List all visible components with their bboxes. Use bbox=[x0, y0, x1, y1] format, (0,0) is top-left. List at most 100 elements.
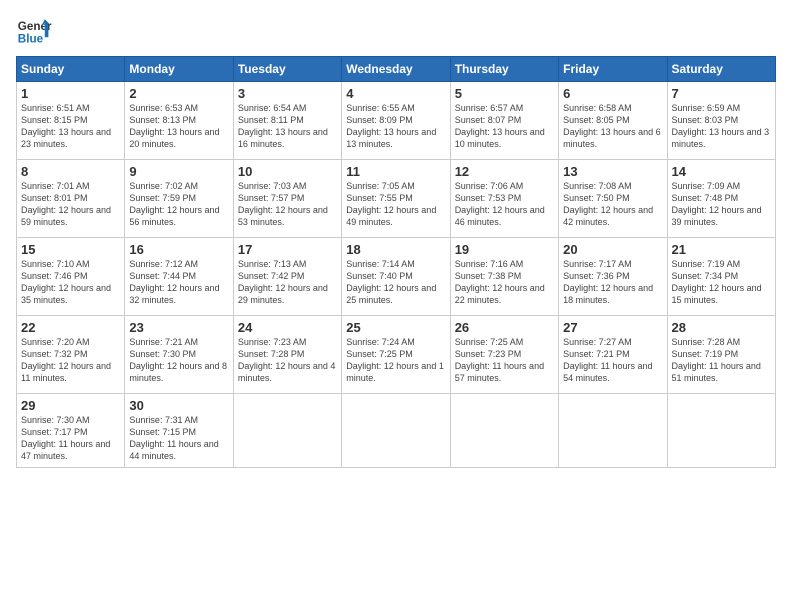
table-row: 19 Sunrise: 7:16 AMSunset: 7:38 PMDaylig… bbox=[450, 238, 558, 316]
day-info: Sunrise: 6:55 AMSunset: 8:09 PMDaylight:… bbox=[346, 102, 445, 151]
day-info: Sunrise: 7:16 AMSunset: 7:38 PMDaylight:… bbox=[455, 258, 554, 307]
day-number: 24 bbox=[238, 320, 337, 335]
day-number: 3 bbox=[238, 86, 337, 101]
day-info: Sunrise: 7:28 AMSunset: 7:19 PMDaylight:… bbox=[672, 336, 771, 385]
day-info: Sunrise: 6:51 AMSunset: 8:15 PMDaylight:… bbox=[21, 102, 120, 151]
svg-text:Blue: Blue bbox=[18, 33, 44, 46]
table-row: 3 Sunrise: 6:54 AMSunset: 8:11 PMDayligh… bbox=[233, 82, 341, 160]
calendar-row: 29 Sunrise: 7:30 AMSunset: 7:17 PMDaylig… bbox=[17, 394, 776, 468]
day-info: Sunrise: 7:31 AMSunset: 7:15 PMDaylight:… bbox=[129, 414, 228, 463]
day-number: 16 bbox=[129, 242, 228, 257]
table-row: 28 Sunrise: 7:28 AMSunset: 7:19 PMDaylig… bbox=[667, 316, 775, 394]
day-number: 9 bbox=[129, 164, 228, 179]
day-number: 11 bbox=[346, 164, 445, 179]
day-number: 20 bbox=[563, 242, 662, 257]
table-row: 30 Sunrise: 7:31 AMSunset: 7:15 PMDaylig… bbox=[125, 394, 233, 468]
day-info: Sunrise: 7:01 AMSunset: 8:01 PMDaylight:… bbox=[21, 180, 120, 229]
col-saturday: Saturday bbox=[667, 57, 775, 82]
col-wednesday: Wednesday bbox=[342, 57, 450, 82]
day-number: 8 bbox=[21, 164, 120, 179]
table-row bbox=[450, 394, 558, 468]
day-info: Sunrise: 7:08 AMSunset: 7:50 PMDaylight:… bbox=[563, 180, 662, 229]
table-row: 20 Sunrise: 7:17 AMSunset: 7:36 PMDaylig… bbox=[559, 238, 667, 316]
day-number: 22 bbox=[21, 320, 120, 335]
day-number: 15 bbox=[21, 242, 120, 257]
day-number: 30 bbox=[129, 398, 228, 413]
calendar-header-row: Sunday Monday Tuesday Wednesday Thursday… bbox=[17, 57, 776, 82]
table-row: 23 Sunrise: 7:21 AMSunset: 7:30 PMDaylig… bbox=[125, 316, 233, 394]
day-number: 7 bbox=[672, 86, 771, 101]
day-number: 25 bbox=[346, 320, 445, 335]
day-info: Sunrise: 7:24 AMSunset: 7:25 PMDaylight:… bbox=[346, 336, 445, 385]
day-info: Sunrise: 6:57 AMSunset: 8:07 PMDaylight:… bbox=[455, 102, 554, 151]
day-info: Sunrise: 7:10 AMSunset: 7:46 PMDaylight:… bbox=[21, 258, 120, 307]
day-info: Sunrise: 7:20 AMSunset: 7:32 PMDaylight:… bbox=[21, 336, 120, 385]
table-row: 4 Sunrise: 6:55 AMSunset: 8:09 PMDayligh… bbox=[342, 82, 450, 160]
day-number: 6 bbox=[563, 86, 662, 101]
col-sunday: Sunday bbox=[17, 57, 125, 82]
table-row: 24 Sunrise: 7:23 AMSunset: 7:28 PMDaylig… bbox=[233, 316, 341, 394]
logo: General Blue bbox=[16, 12, 52, 48]
table-row: 15 Sunrise: 7:10 AMSunset: 7:46 PMDaylig… bbox=[17, 238, 125, 316]
day-number: 12 bbox=[455, 164, 554, 179]
calendar-page: General Blue Sunday Monday Tuesday Wedne… bbox=[0, 0, 792, 612]
table-row: 10 Sunrise: 7:03 AMSunset: 7:57 PMDaylig… bbox=[233, 160, 341, 238]
day-number: 27 bbox=[563, 320, 662, 335]
day-number: 5 bbox=[455, 86, 554, 101]
table-row: 7 Sunrise: 6:59 AMSunset: 8:03 PMDayligh… bbox=[667, 82, 775, 160]
day-number: 28 bbox=[672, 320, 771, 335]
day-info: Sunrise: 6:54 AMSunset: 8:11 PMDaylight:… bbox=[238, 102, 337, 151]
table-row bbox=[667, 394, 775, 468]
calendar-row: 15 Sunrise: 7:10 AMSunset: 7:46 PMDaylig… bbox=[17, 238, 776, 316]
table-row bbox=[559, 394, 667, 468]
page-header: General Blue bbox=[16, 12, 776, 48]
day-info: Sunrise: 7:02 AMSunset: 7:59 PMDaylight:… bbox=[129, 180, 228, 229]
table-row: 5 Sunrise: 6:57 AMSunset: 8:07 PMDayligh… bbox=[450, 82, 558, 160]
table-row: 8 Sunrise: 7:01 AMSunset: 8:01 PMDayligh… bbox=[17, 160, 125, 238]
calendar-table: Sunday Monday Tuesday Wednesday Thursday… bbox=[16, 56, 776, 468]
table-row: 12 Sunrise: 7:06 AMSunset: 7:53 PMDaylig… bbox=[450, 160, 558, 238]
day-info: Sunrise: 7:03 AMSunset: 7:57 PMDaylight:… bbox=[238, 180, 337, 229]
day-number: 21 bbox=[672, 242, 771, 257]
col-friday: Friday bbox=[559, 57, 667, 82]
day-info: Sunrise: 7:21 AMSunset: 7:30 PMDaylight:… bbox=[129, 336, 228, 385]
table-row: 11 Sunrise: 7:05 AMSunset: 7:55 PMDaylig… bbox=[342, 160, 450, 238]
table-row bbox=[342, 394, 450, 468]
day-info: Sunrise: 6:58 AMSunset: 8:05 PMDaylight:… bbox=[563, 102, 662, 151]
table-row: 9 Sunrise: 7:02 AMSunset: 7:59 PMDayligh… bbox=[125, 160, 233, 238]
col-monday: Monday bbox=[125, 57, 233, 82]
day-info: Sunrise: 6:53 AMSunset: 8:13 PMDaylight:… bbox=[129, 102, 228, 151]
day-number: 29 bbox=[21, 398, 120, 413]
day-number: 19 bbox=[455, 242, 554, 257]
calendar-row: 1 Sunrise: 6:51 AMSunset: 8:15 PMDayligh… bbox=[17, 82, 776, 160]
day-info: Sunrise: 7:27 AMSunset: 7:21 PMDaylight:… bbox=[563, 336, 662, 385]
table-row: 1 Sunrise: 6:51 AMSunset: 8:15 PMDayligh… bbox=[17, 82, 125, 160]
calendar-row: 8 Sunrise: 7:01 AMSunset: 8:01 PMDayligh… bbox=[17, 160, 776, 238]
table-row: 6 Sunrise: 6:58 AMSunset: 8:05 PMDayligh… bbox=[559, 82, 667, 160]
table-row bbox=[233, 394, 341, 468]
day-info: Sunrise: 7:13 AMSunset: 7:42 PMDaylight:… bbox=[238, 258, 337, 307]
day-number: 23 bbox=[129, 320, 228, 335]
day-info: Sunrise: 7:30 AMSunset: 7:17 PMDaylight:… bbox=[21, 414, 120, 463]
day-info: Sunrise: 6:59 AMSunset: 8:03 PMDaylight:… bbox=[672, 102, 771, 151]
calendar-row: 22 Sunrise: 7:20 AMSunset: 7:32 PMDaylig… bbox=[17, 316, 776, 394]
table-row: 14 Sunrise: 7:09 AMSunset: 7:48 PMDaylig… bbox=[667, 160, 775, 238]
table-row: 29 Sunrise: 7:30 AMSunset: 7:17 PMDaylig… bbox=[17, 394, 125, 468]
day-info: Sunrise: 7:05 AMSunset: 7:55 PMDaylight:… bbox=[346, 180, 445, 229]
day-number: 17 bbox=[238, 242, 337, 257]
day-info: Sunrise: 7:09 AMSunset: 7:48 PMDaylight:… bbox=[672, 180, 771, 229]
day-number: 2 bbox=[129, 86, 228, 101]
day-number: 26 bbox=[455, 320, 554, 335]
logo-icon: General Blue bbox=[16, 12, 52, 48]
day-number: 10 bbox=[238, 164, 337, 179]
table-row: 13 Sunrise: 7:08 AMSunset: 7:50 PMDaylig… bbox=[559, 160, 667, 238]
day-number: 4 bbox=[346, 86, 445, 101]
day-number: 14 bbox=[672, 164, 771, 179]
table-row: 27 Sunrise: 7:27 AMSunset: 7:21 PMDaylig… bbox=[559, 316, 667, 394]
col-thursday: Thursday bbox=[450, 57, 558, 82]
day-number: 13 bbox=[563, 164, 662, 179]
day-info: Sunrise: 7:06 AMSunset: 7:53 PMDaylight:… bbox=[455, 180, 554, 229]
table-row: 17 Sunrise: 7:13 AMSunset: 7:42 PMDaylig… bbox=[233, 238, 341, 316]
day-info: Sunrise: 7:25 AMSunset: 7:23 PMDaylight:… bbox=[455, 336, 554, 385]
col-tuesday: Tuesday bbox=[233, 57, 341, 82]
